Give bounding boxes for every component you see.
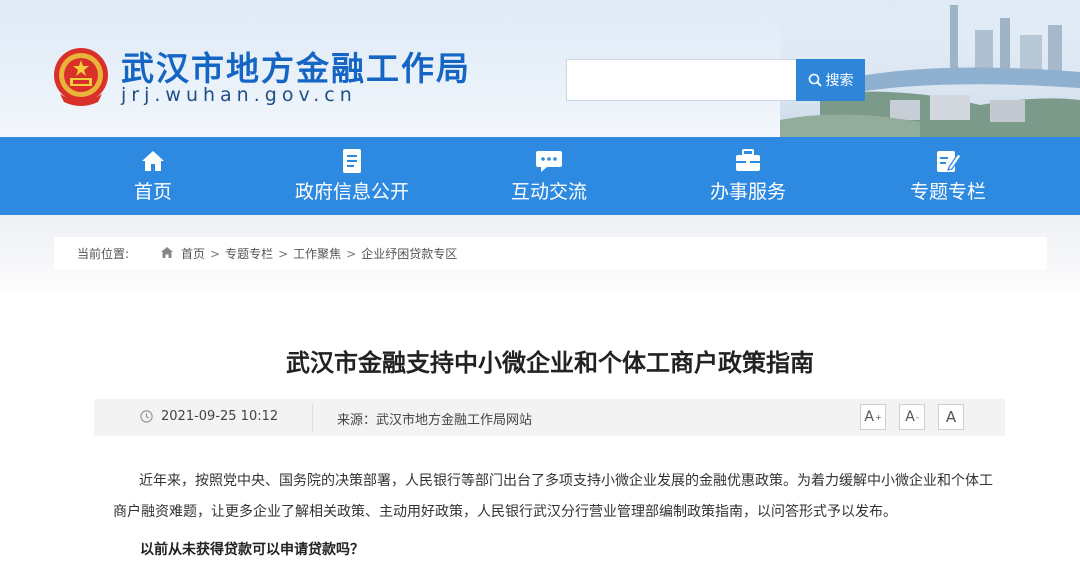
nav-label: 办事服务 bbox=[709, 181, 786, 203]
breadcrumb-link-work-focus[interactable]: 工作聚焦 bbox=[293, 245, 341, 262]
breadcrumb: 当前位置: 首页 > 专题专栏 > 工作聚焦 > 企业纾困贷款专区 bbox=[54, 237, 1047, 270]
nav-item-services[interactable]: 办事服务 bbox=[705, 137, 791, 215]
nav-item-interaction[interactable]: 互动交流 bbox=[506, 137, 592, 215]
main-nav: 首页 政府信息公开 互动交流 办事服务 专题专栏 bbox=[0, 137, 1080, 215]
breadcrumb-separator: > bbox=[278, 246, 289, 261]
nav-item-home[interactable]: 首页 bbox=[122, 137, 184, 215]
nav-label: 首页 bbox=[133, 181, 172, 203]
nav-label: 专题专栏 bbox=[909, 181, 986, 203]
site-header: 武汉市地方金融工作局 jrj.wuhan.gov.cn 搜索 bbox=[0, 0, 1080, 137]
article-paragraph: 近年来，按照党中央、国务院的决策部署，人民银行等部门出台了多项支持小微企业发展的… bbox=[113, 473, 993, 520]
article-title: 武汉市金融支持中小微企业和个体工商户政策指南 bbox=[286, 349, 814, 377]
article-question-heading: 以前从未获得贷款可以申请贷款吗？ bbox=[140, 542, 364, 558]
font-increase-button[interactable]: A + bbox=[860, 404, 886, 430]
site-domain: jrj.wuhan.gov.cn bbox=[121, 84, 357, 106]
search-button-label: 搜索 bbox=[825, 73, 854, 89]
article-source: 来源：武汉市地方金融工作局网站 bbox=[337, 413, 533, 428]
document-icon bbox=[338, 148, 366, 174]
nav-item-special-topics[interactable]: 专题专栏 bbox=[905, 137, 991, 215]
briefcase-icon bbox=[734, 148, 762, 174]
home-icon bbox=[139, 148, 167, 174]
article-date: 2021-09-25 10:12 bbox=[140, 409, 278, 424]
breadcrumb-separator: > bbox=[346, 246, 357, 261]
font-decrease-button[interactable]: A- bbox=[899, 404, 925, 430]
edit-icon bbox=[934, 148, 962, 174]
article-meta-bar: 2021-09-25 10:12 来源：武汉市地方金融工作局网站 A + A- A bbox=[94, 399, 1005, 436]
meta-divider bbox=[312, 404, 313, 431]
site-title[interactable]: 武汉市地方金融工作局 bbox=[121, 42, 471, 90]
nav-label: 政府信息公开 bbox=[294, 181, 409, 203]
search-icon bbox=[808, 73, 822, 87]
search-form: 搜索 bbox=[566, 59, 865, 101]
home-icon bbox=[161, 246, 173, 261]
breadcrumb-separator: > bbox=[210, 246, 221, 261]
article-date-text: 2021-09-25 10:12 bbox=[161, 409, 279, 424]
nav-item-gov-info[interactable]: 政府信息公开 bbox=[290, 137, 414, 215]
nav-label: 互动交流 bbox=[510, 181, 587, 203]
search-input[interactable] bbox=[566, 59, 796, 101]
breadcrumb-label: 当前位置: bbox=[77, 247, 130, 261]
font-reset-button[interactable]: A bbox=[938, 404, 964, 430]
breadcrumb-link-loan-zone[interactable]: 企业纾困贷款专区 bbox=[361, 245, 457, 262]
breadcrumb-link-special-topics[interactable]: 专题专栏 bbox=[225, 245, 273, 262]
breadcrumb-link-home[interactable]: 首页 bbox=[181, 245, 205, 262]
chat-icon bbox=[535, 148, 563, 174]
clock-icon bbox=[140, 410, 153, 423]
national-emblem-logo bbox=[54, 48, 108, 106]
search-button[interactable]: 搜索 bbox=[796, 59, 865, 101]
